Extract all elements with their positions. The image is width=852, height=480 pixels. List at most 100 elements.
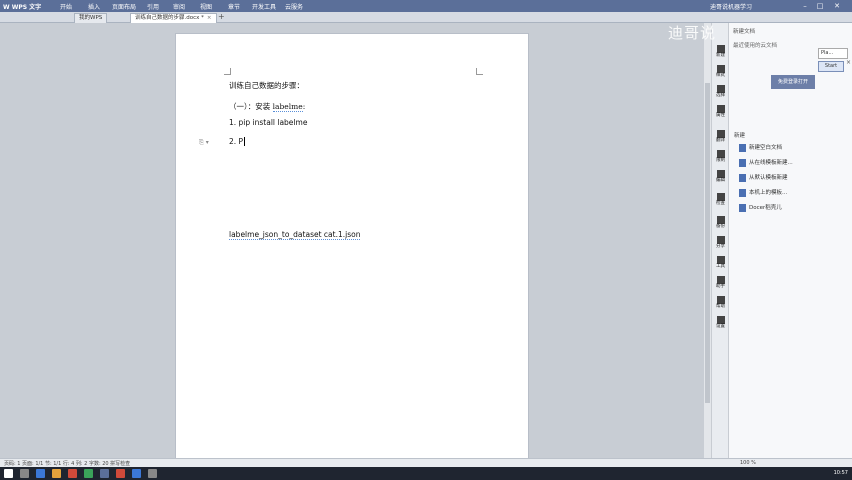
new-icon (716, 45, 725, 53)
watermark: 迪哥说 (668, 24, 717, 42)
minimize-icon[interactable]: – (800, 1, 810, 11)
strip-share-icon[interactable]: 分享 (713, 236, 728, 254)
start-button[interactable]: Start (818, 61, 844, 72)
edge-icon[interactable] (36, 469, 45, 478)
strip-edit-icon[interactable]: 编辑 (713, 170, 728, 188)
tab-label: 训练自己数据的步骤.docx * (135, 15, 204, 21)
strip-translate-icon[interactable]: 翻译 (713, 130, 728, 148)
strip-check-icon[interactable]: 检查 (713, 193, 728, 211)
search-icon[interactable] (20, 469, 29, 478)
wps-icon[interactable] (116, 469, 125, 478)
docer-icon (739, 203, 746, 212)
strip-restrict-icon[interactable]: 限制 (713, 150, 728, 168)
app-icon[interactable] (100, 469, 109, 478)
assistant-icon (716, 276, 725, 284)
strip-label: 选择 (716, 93, 725, 98)
start-menu-icon[interactable] (4, 469, 13, 478)
app-icon[interactable] (132, 469, 141, 478)
strip-new-icon[interactable]: 新建 (713, 45, 728, 63)
app-icon[interactable] (68, 469, 77, 478)
check-icon (716, 193, 725, 201)
menu-item-devtools[interactable]: 开发工具 (252, 2, 276, 11)
tab-my-wps[interactable]: 我的WPS (74, 13, 108, 23)
docer-item[interactable]: Docer稻壳儿 (739, 203, 782, 213)
app-icon[interactable] (84, 469, 93, 478)
app-name[interactable]: W WPS 文字 (3, 2, 41, 11)
menu-item-insert[interactable]: 插入 (88, 2, 100, 11)
strip-tools-icon[interactable]: 工具 (713, 256, 728, 274)
strip-select-icon[interactable]: 选择 (713, 85, 728, 103)
zoom-level[interactable]: 100 % (740, 460, 756, 466)
strip-style-icon[interactable]: 样式 (713, 65, 728, 83)
document-area: 训练自己数据的步骤： （一）：安装 labelme: 1. pip instal… (0, 23, 710, 465)
new-tab-icon[interactable]: + (218, 12, 225, 21)
blank-doc-icon (739, 143, 746, 152)
doc-line-install[interactable]: （一）：安装 labelme: (229, 101, 305, 112)
menu-item-home[interactable]: 开始 (60, 2, 72, 11)
document-page[interactable]: 训练自己数据的步骤： （一）：安装 labelme: 1. pip instal… (175, 33, 529, 465)
doc-list-item-1[interactable]: 1. pip install labelme (229, 118, 307, 127)
menu-item-cloud[interactable]: 云服务 (285, 2, 303, 11)
user-name[interactable]: 迪哥说机器学习 (710, 2, 752, 11)
doc-list-item-2[interactable]: 2. P (229, 137, 246, 146)
task-pane-strip: 新建 样式 选择 属性 翻译 限制 编辑 检查 备份 分享 工具 助手 帮助 设… (711, 23, 729, 458)
strip-label: 备份 (716, 224, 725, 229)
settings-icon (716, 316, 725, 324)
strip-properties-icon[interactable]: 属性 (713, 105, 728, 123)
paragraph-handle-icon[interactable]: ⎘ ▾ (199, 139, 209, 147)
text-cursor (244, 137, 246, 146)
scroll-thumb[interactable] (705, 83, 710, 403)
doc-line-install-suffix: : (302, 102, 306, 111)
strip-settings-icon[interactable]: 设置 (713, 316, 728, 334)
strip-assistant-icon[interactable]: 助手 (713, 276, 728, 294)
document-tabs: 我的WPS 训练自己数据的步骤.docx * × + (0, 12, 852, 23)
strip-label: 帮助 (716, 304, 725, 309)
tab-label: 我的WPS (79, 15, 103, 21)
tools-icon (716, 256, 725, 264)
list-number: 2. (229, 137, 237, 146)
default-template-item[interactable]: 从默认模板新建 (739, 173, 788, 183)
vertical-scrollbar[interactable] (704, 23, 711, 458)
recent-cloud-docs-label[interactable]: 最近使用的云文档 (733, 41, 777, 49)
title-bar: W WPS 文字 开始 插入 页面布局 引用 审阅 视图 章节 开发工具 云服务… (0, 0, 852, 12)
select-icon (716, 85, 725, 93)
new-section-title: 新建 (734, 133, 746, 139)
doc-command-line[interactable]: labelme_json_to_dataset cat.1.json (229, 230, 361, 240)
strip-label: 设置 (716, 324, 725, 329)
edit-icon (716, 170, 725, 178)
item-label: 本机上的模板... (749, 190, 788, 196)
style-icon (716, 65, 725, 73)
menu-item-chapter[interactable]: 章节 (228, 2, 240, 11)
strip-help-icon[interactable]: 帮助 (713, 296, 728, 314)
item-label: Docer稻壳儿 (749, 205, 782, 211)
tab-close-icon[interactable]: × (207, 15, 212, 21)
new-blank-doc-item[interactable]: 新建空白文档 (739, 143, 782, 153)
doc-heading[interactable]: 训练自己数据的步骤： (229, 80, 304, 91)
menu-item-view[interactable]: 视图 (200, 2, 212, 11)
menu-item-references[interactable]: 引用 (147, 2, 159, 11)
margin-corner-mark (224, 68, 231, 75)
online-template-item[interactable]: 从在线模板新建... (739, 158, 793, 168)
app-icon[interactable] (148, 469, 157, 478)
close-icon[interactable]: ✕ (832, 1, 842, 11)
tab-document[interactable]: 训练自己数据的步骤.docx * × (130, 13, 217, 23)
list-number: 1. (229, 118, 237, 127)
clock[interactable]: 10:57 (834, 470, 848, 476)
menu-item-layout[interactable]: 页面布局 (112, 2, 136, 11)
os-taskbar: 10:57 (0, 467, 852, 480)
strip-label: 样式 (716, 73, 725, 78)
login-open-button[interactable]: 免费登录打开 (771, 75, 815, 89)
explorer-icon[interactable] (52, 469, 61, 478)
strip-label: 新建 (716, 53, 725, 58)
doc-word-labelme: labelme (272, 102, 303, 112)
pane-close-icon[interactable]: × (846, 59, 851, 66)
item-label: 新建空白文档 (749, 145, 783, 151)
strip-backup-icon[interactable]: 备份 (713, 216, 728, 234)
local-template-item[interactable]: 本机上的模板... (739, 188, 787, 198)
maximize-icon[interactable]: □ (815, 1, 825, 11)
menu-item-review[interactable]: 审阅 (173, 2, 185, 11)
strip-label: 助手 (716, 284, 725, 289)
strip-label: 编辑 (716, 178, 725, 183)
backup-icon (716, 216, 725, 224)
pane-search-input[interactable]: Pla... (818, 48, 848, 59)
